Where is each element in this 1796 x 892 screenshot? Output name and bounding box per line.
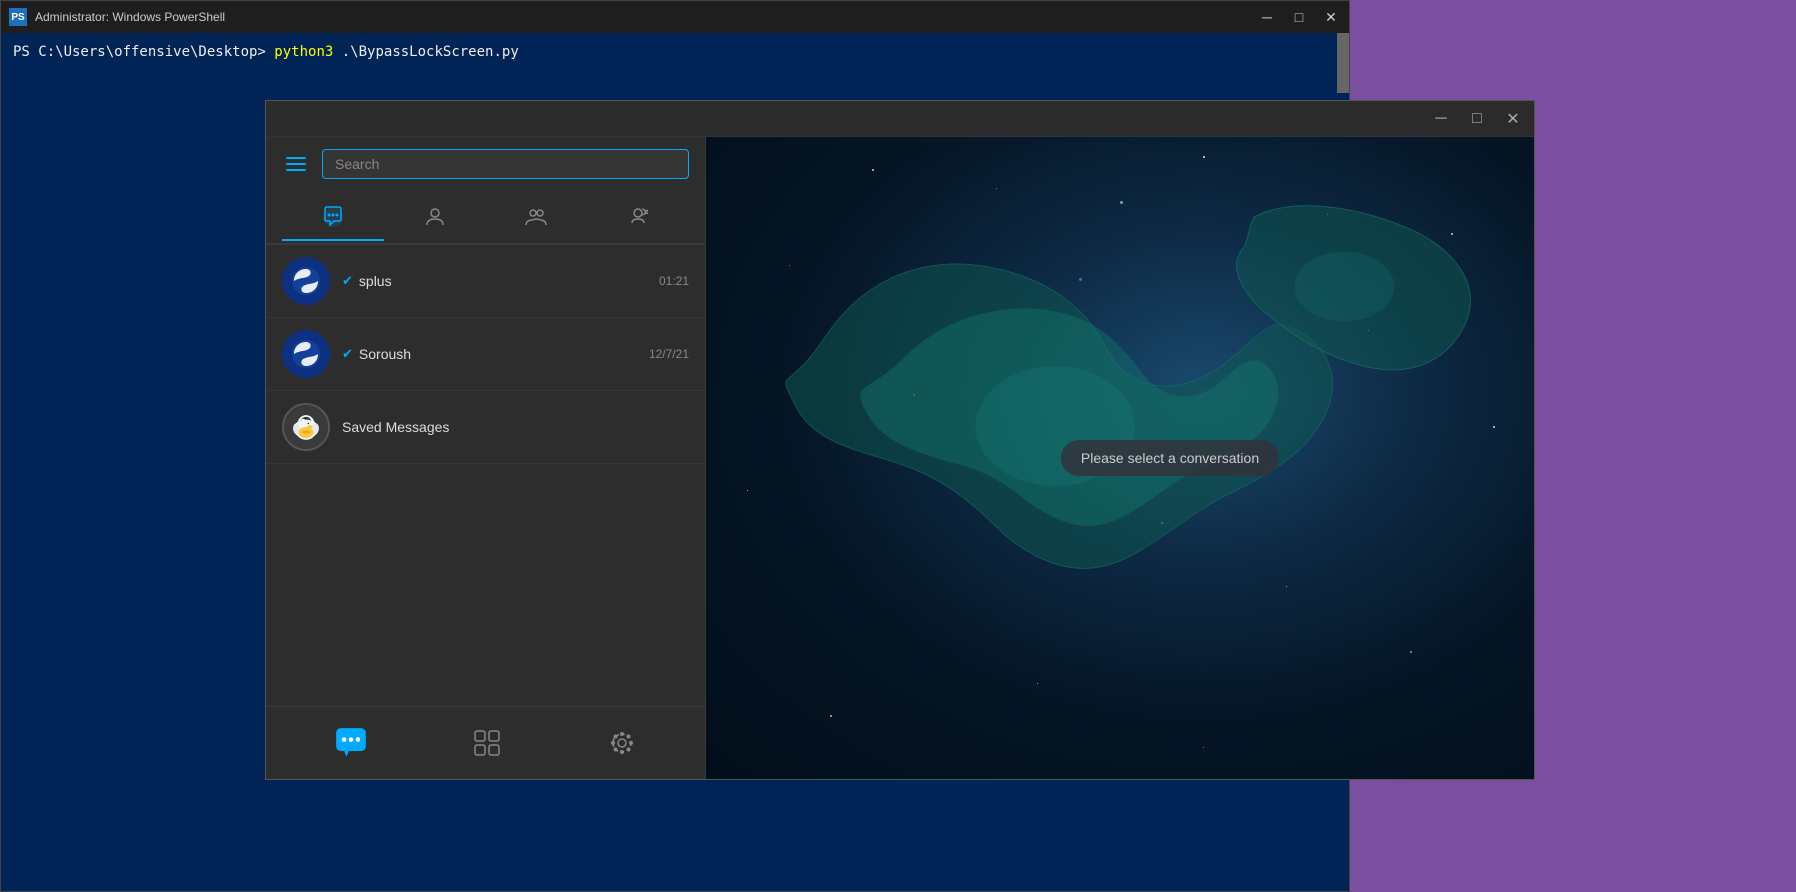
tab-groups[interactable] <box>486 195 588 239</box>
main-content: Please select a conversation <box>706 137 1534 779</box>
chat-name-saved: Saved Messages <box>342 419 449 435</box>
app-titlebar: ─ □ ✕ <box>266 101 1534 137</box>
chat-name-splus: ✔ splus <box>342 273 392 289</box>
search-input-wrapper <box>322 149 689 179</box>
hamburger-line-3 <box>286 169 306 171</box>
ps-command: python3 <box>274 44 333 60</box>
saved-name-text: Saved Messages <box>342 419 449 435</box>
powershell-titlebar: PS Administrator: Windows PowerShell ─ □… <box>1 1 1349 33</box>
chat-name-row-saved: Saved Messages <box>342 419 689 435</box>
bottom-chats-icon <box>335 727 367 759</box>
ps-minimize-button[interactable]: ─ <box>1257 7 1277 27</box>
app-body: ✔ splus 01:21 <box>266 137 1534 779</box>
tab-chats[interactable] <box>282 195 384 239</box>
chats-icon <box>321 205 345 229</box>
search-input[interactable] <box>335 156 676 172</box>
chat-item-splus[interactable]: ✔ splus 01:21 <box>266 245 705 318</box>
bottom-nav-apps[interactable] <box>465 721 509 765</box>
soroush-logo <box>282 330 330 378</box>
nav-tabs <box>266 191 705 245</box>
powershell-icon: PS <box>9 8 27 26</box>
chat-item-saved[interactable]: Saved Messages <box>266 391 705 464</box>
chat-name-soroush: ✔ Soroush <box>342 346 411 362</box>
chat-info-splus: ✔ splus 01:21 <box>342 273 689 289</box>
avatar-soroush <box>282 330 330 378</box>
ps-prompt: PS C:\Users\offensive\Desktop> <box>13 44 274 60</box>
splus-logo <box>282 257 330 305</box>
chat-info-saved: Saved Messages <box>342 419 689 435</box>
chat-list: ✔ splus 01:21 <box>266 245 705 706</box>
sidebar: ✔ splus 01:21 <box>266 137 706 779</box>
soroush-name-text: Soroush <box>359 346 411 362</box>
ps-title-left: PS Administrator: Windows PowerShell <box>9 8 225 26</box>
tab-contacts[interactable] <box>384 195 486 239</box>
avatar-saved <box>282 403 330 451</box>
calls-icon <box>626 205 650 229</box>
chat-item-soroush[interactable]: ✔ Soroush 12/7/21 <box>266 318 705 391</box>
sidebar-header <box>266 137 705 191</box>
verified-badge-splus: ✔ <box>342 273 353 289</box>
select-conversation-bubble: Please select a conversation <box>1061 440 1279 476</box>
splus-name-text: splus <box>359 273 392 289</box>
powershell-content: PS C:\Users\offensive\Desktop> python3 .… <box>1 33 1349 71</box>
avatar-splus <box>282 257 330 305</box>
chat-time-soroush: 12/7/21 <box>649 347 689 361</box>
bottom-nav-chats[interactable] <box>327 719 375 767</box>
bottom-nav-settings[interactable] <box>600 721 644 765</box>
bottom-apps-icon <box>473 729 501 757</box>
app-close-button[interactable]: ✕ <box>1502 108 1524 130</box>
ps-command-suffix: .\BypassLockScreen.py <box>333 44 518 60</box>
groups-icon <box>524 205 548 229</box>
bottom-settings-icon <box>608 729 636 757</box>
ps-close-button[interactable]: ✕ <box>1321 7 1341 27</box>
app-maximize-button[interactable]: □ <box>1466 108 1488 130</box>
app-minimize-button[interactable]: ─ <box>1430 108 1452 130</box>
ps-maximize-button[interactable]: □ <box>1289 7 1309 27</box>
chat-name-row-splus: ✔ splus 01:21 <box>342 273 689 289</box>
hamburger-line-2 <box>286 163 306 165</box>
chat-time-splus: 01:21 <box>659 274 689 288</box>
hamburger-line-1 <box>286 157 306 159</box>
contacts-icon <box>423 205 447 229</box>
app-window: ─ □ ✕ <box>265 100 1535 780</box>
bottom-nav <box>266 706 705 779</box>
powershell-title: Administrator: Windows PowerShell <box>35 10 225 24</box>
select-conversation-text: Please select a conversation <box>1081 450 1259 466</box>
chat-info-soroush: ✔ Soroush 12/7/21 <box>342 346 689 362</box>
ps-controls: ─ □ ✕ <box>1257 7 1341 27</box>
ps-scrollbar[interactable] <box>1337 33 1349 93</box>
hamburger-menu-button[interactable] <box>282 153 310 175</box>
verified-badge-soroush: ✔ <box>342 346 353 362</box>
tab-calls[interactable] <box>587 195 689 239</box>
chat-name-row-soroush: ✔ Soroush 12/7/21 <box>342 346 689 362</box>
